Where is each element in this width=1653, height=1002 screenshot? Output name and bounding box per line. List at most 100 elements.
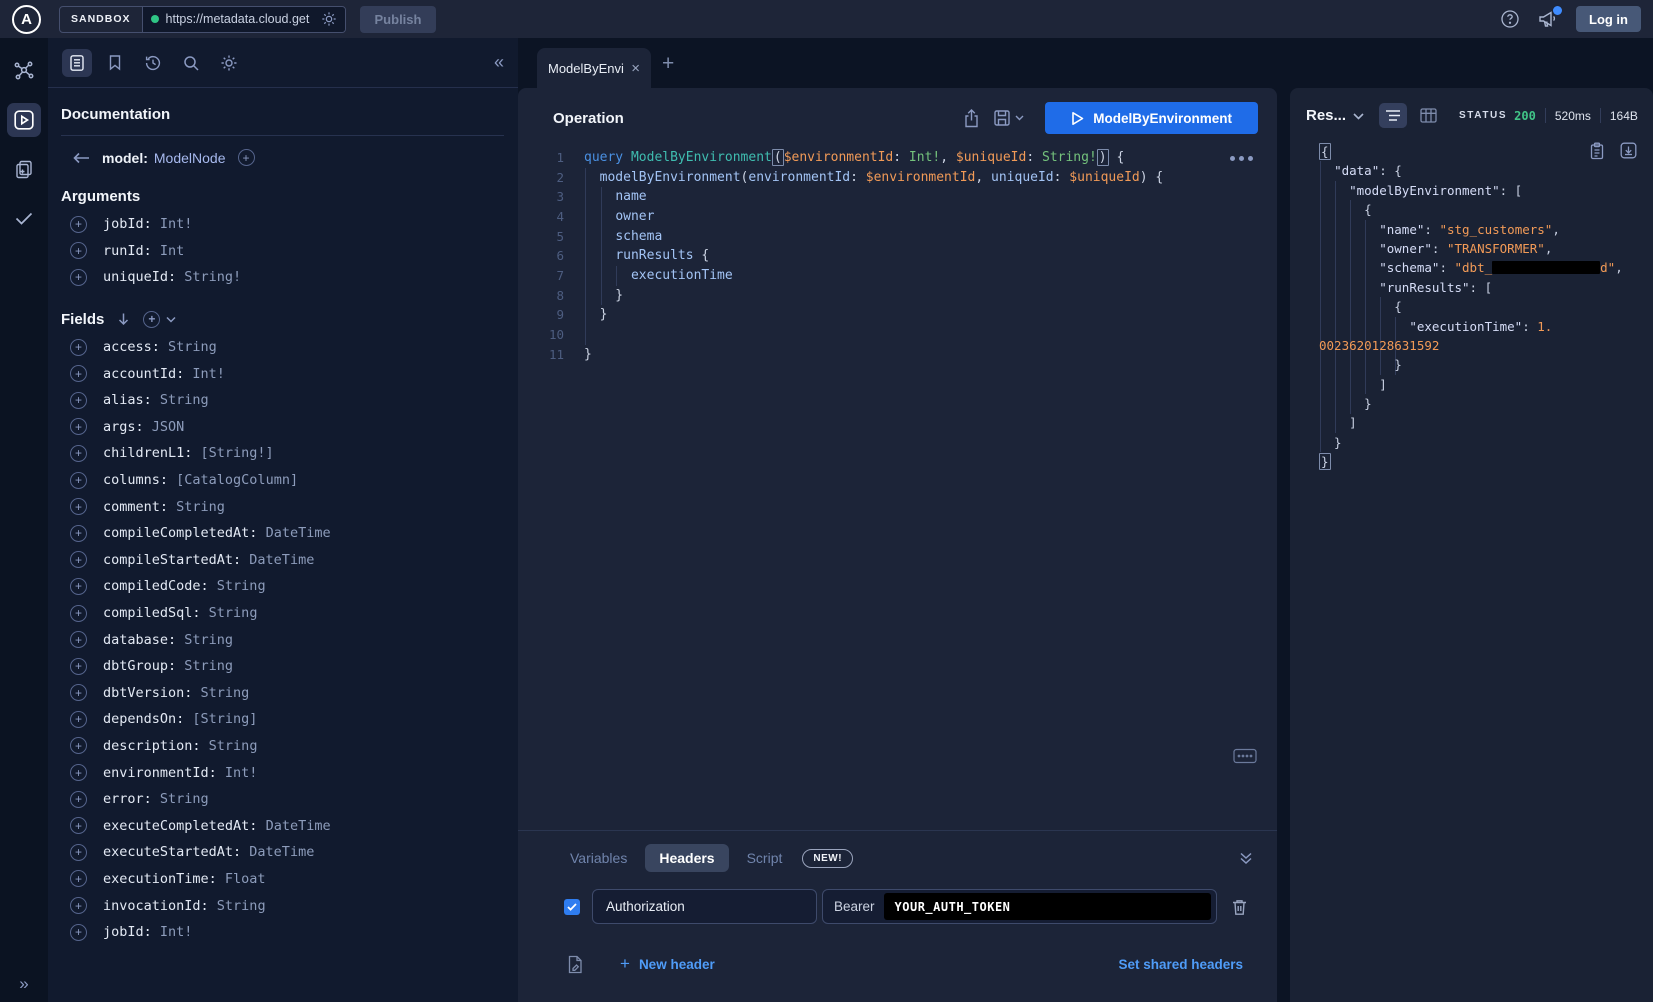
field-row[interactable]: +compiledSql: String xyxy=(61,600,504,627)
save-options-chevron-icon[interactable] xyxy=(1015,115,1024,121)
add-all-fields-icon[interactable]: + xyxy=(238,149,255,166)
field-row[interactable]: +childrenL1: [String!] xyxy=(61,440,504,467)
endpoint-url[interactable]: https://metadata.cloud.get xyxy=(166,12,314,26)
sidebar-item-schema[interactable] xyxy=(7,54,41,88)
fields-options-chevron-icon[interactable] xyxy=(166,316,176,323)
sort-fields-icon[interactable] xyxy=(117,312,130,326)
explorer-settings-button[interactable] xyxy=(214,49,244,77)
add-to-operation-icon[interactable]: + xyxy=(70,711,87,728)
endpoint-input[interactable]: https://metadata.cloud.get xyxy=(143,7,345,32)
auth-token-value[interactable]: YOUR_AUTH_TOKEN xyxy=(884,893,1211,920)
argument-row[interactable]: +runId: Int xyxy=(61,238,504,265)
documentation-tab-button[interactable] xyxy=(62,49,92,77)
search-button[interactable] xyxy=(176,49,206,77)
header-enabled-checkbox[interactable] xyxy=(564,899,580,915)
help-icon[interactable] xyxy=(1500,9,1520,29)
announcements-megaphone-icon[interactable] xyxy=(1537,9,1559,29)
add-fields-icon[interactable]: + xyxy=(143,311,160,328)
back-arrow-icon[interactable] xyxy=(73,151,90,165)
response-table-view-button[interactable] xyxy=(1414,103,1442,128)
field-row[interactable]: +database: String xyxy=(61,626,504,653)
add-to-operation-icon[interactable]: + xyxy=(70,525,87,542)
copy-response-icon[interactable] xyxy=(1589,142,1605,160)
tab-variables[interactable]: Variables xyxy=(561,844,636,872)
collapse-request-panel-icon[interactable] xyxy=(1239,851,1253,865)
field-row[interactable]: +accountId: Int! xyxy=(61,360,504,387)
field-row[interactable]: +compileCompletedAt: DateTime xyxy=(61,520,504,547)
file-edit-icon[interactable] xyxy=(566,955,584,974)
add-to-operation-icon[interactable]: + xyxy=(70,445,87,462)
expand-rail-button[interactable]: » xyxy=(0,974,48,994)
response-dropdown-chevron-icon[interactable] xyxy=(1353,113,1364,120)
download-response-icon[interactable] xyxy=(1620,142,1637,160)
editor-code[interactable]: query ModelByEnvironment($environmentId:… xyxy=(584,148,1265,364)
keyboard-shortcuts-icon[interactable] xyxy=(1233,748,1257,764)
argument-row[interactable]: +jobId: Int! xyxy=(61,211,504,238)
header-name-input[interactable]: Authorization xyxy=(592,889,817,924)
field-row[interactable]: +compileStartedAt: DateTime xyxy=(61,547,504,574)
field-row[interactable]: +access: String xyxy=(61,334,504,361)
field-row[interactable]: +comment: String xyxy=(61,493,504,520)
add-to-operation-icon[interactable]: + xyxy=(70,418,87,435)
add-to-operation-icon[interactable]: + xyxy=(70,684,87,701)
field-row[interactable]: +jobId: Int! xyxy=(61,919,504,946)
add-to-operation-icon[interactable]: + xyxy=(70,924,87,941)
add-to-operation-icon[interactable]: + xyxy=(70,578,87,595)
add-to-operation-icon[interactable]: + xyxy=(70,631,87,648)
field-row[interactable]: +dependsOn: [String] xyxy=(61,706,504,733)
tab-headers[interactable]: Headers xyxy=(645,844,728,872)
field-row[interactable]: +executeCompletedAt: DateTime xyxy=(61,812,504,839)
field-row[interactable]: +alias: String xyxy=(61,387,504,414)
add-to-operation-icon[interactable]: + xyxy=(70,269,87,286)
history-button[interactable] xyxy=(138,49,168,77)
header-value-input[interactable]: Bearer YOUR_AUTH_TOKEN xyxy=(822,889,1217,924)
field-row[interactable]: +description: String xyxy=(61,733,504,760)
field-row[interactable]: +executeStartedAt: DateTime xyxy=(61,839,504,866)
field-row[interactable]: +invocationId: String xyxy=(61,892,504,919)
add-to-operation-icon[interactable]: + xyxy=(70,658,87,675)
operation-tab[interactable]: ModelByEnvi... × xyxy=(537,48,651,89)
add-to-operation-icon[interactable]: + xyxy=(70,605,87,622)
operation-editor[interactable]: 1234567891011 query ModelByEnvironment($… xyxy=(518,148,1277,708)
new-tab-button[interactable]: + xyxy=(662,52,674,76)
argument-row[interactable]: +uniqueId: String! xyxy=(61,264,504,291)
set-shared-headers-link[interactable]: Set shared headers xyxy=(1118,957,1243,972)
add-to-operation-icon[interactable]: + xyxy=(70,791,87,808)
add-to-operation-icon[interactable]: + xyxy=(70,365,87,382)
add-to-operation-icon[interactable]: + xyxy=(70,216,87,233)
save-operation-button[interactable] xyxy=(993,109,1024,127)
add-to-operation-icon[interactable]: + xyxy=(70,551,87,568)
add-to-operation-icon[interactable]: + xyxy=(70,870,87,887)
close-tab-icon[interactable]: × xyxy=(631,61,640,76)
field-row[interactable]: +dbtVersion: String xyxy=(61,680,504,707)
add-to-operation-icon[interactable]: + xyxy=(70,844,87,861)
apollo-logo[interactable]: A xyxy=(12,5,41,34)
tab-script[interactable]: Script xyxy=(738,844,792,872)
run-operation-button[interactable]: ModelByEnvironment xyxy=(1045,102,1258,134)
field-row[interactable]: +environmentId: Int! xyxy=(61,759,504,786)
new-header-button[interactable]: + New header xyxy=(620,954,715,974)
add-to-operation-icon[interactable]: + xyxy=(70,392,87,409)
model-type-link[interactable]: ModelNode xyxy=(154,150,226,166)
field-row[interactable]: +error: String xyxy=(61,786,504,813)
endpoint-settings-gear-icon[interactable] xyxy=(321,11,337,27)
add-to-operation-icon[interactable]: + xyxy=(70,764,87,781)
field-row[interactable]: +executionTime: Float xyxy=(61,866,504,893)
add-to-operation-icon[interactable]: + xyxy=(70,242,87,259)
sidebar-item-explorer[interactable] xyxy=(7,103,41,137)
login-button[interactable]: Log in xyxy=(1576,6,1641,32)
add-to-operation-icon[interactable]: + xyxy=(70,339,87,356)
publish-button[interactable]: Publish xyxy=(360,6,437,33)
field-row[interactable]: +dbtGroup: String xyxy=(61,653,504,680)
field-row[interactable]: +columns: [CatalogColumn] xyxy=(61,467,504,494)
add-to-operation-icon[interactable]: + xyxy=(70,737,87,754)
field-row[interactable]: +args: JSON xyxy=(61,414,504,441)
sidebar-item-operations[interactable] xyxy=(7,152,41,186)
add-to-operation-icon[interactable]: + xyxy=(70,472,87,489)
share-operation-icon[interactable] xyxy=(963,109,980,128)
add-to-operation-icon[interactable]: + xyxy=(70,498,87,515)
response-tree-view-button[interactable] xyxy=(1379,103,1407,128)
field-row[interactable]: +compiledCode: String xyxy=(61,573,504,600)
collapse-doc-panel-button[interactable]: « xyxy=(494,52,504,73)
saved-operations-button[interactable] xyxy=(100,49,130,77)
